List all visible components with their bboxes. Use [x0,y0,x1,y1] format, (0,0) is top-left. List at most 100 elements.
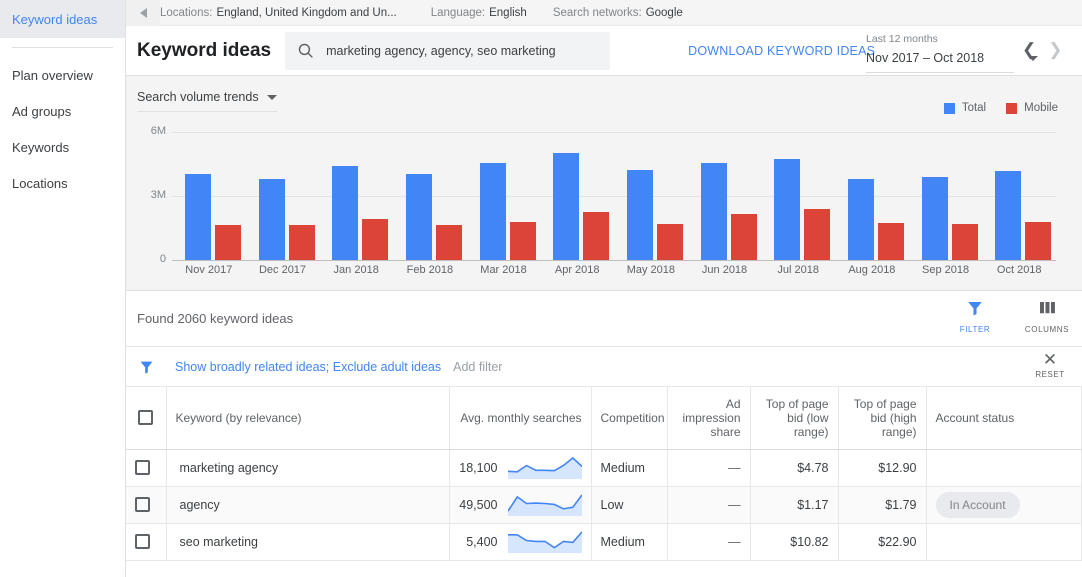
table-header-row: Keyword (by relevance) Avg. monthly sear… [126,387,1082,450]
chart-bar-mobile[interactable] [288,224,315,260]
bar-chart-plot: 0 3M 6M Nov 2017 Dec 2017 Jan 2018 Feb 2018 Ma… [126,125,1082,284]
column-header-keyword[interactable]: Keyword (by relevance) [166,387,450,450]
locations-context[interactable]: Locations: England, United Kingdom and U… [160,7,397,19]
table-row[interactable]: marketing agency 18,100 Medium — $4.78 $12.90 [126,449,1082,487]
cell-keyword[interactable]: seo marketing [166,523,450,561]
chart-bar-total[interactable] [627,170,654,260]
chart-bar-mobile[interactable] [1025,221,1052,260]
chart-x-tick-label: Feb 2018 [406,264,454,276]
chart-bar-group[interactable] [172,132,246,260]
sidebar-item-label: Keyword ideas [12,11,98,27]
reset-filters-button[interactable]: ✕ RESET [1030,351,1070,380]
chart-bar-group[interactable] [246,132,320,260]
chart-bar-group[interactable] [761,132,835,260]
cell-bid-low: $4.78 [750,449,839,487]
locations-value: England, United Kingdom and Un... [216,6,397,19]
collapse-panel-button[interactable] [126,0,160,26]
chart-x-tick-label: Jun 2018 [701,264,748,276]
column-header-account-status[interactable]: Account status [926,387,1082,450]
language-context[interactable]: Language: English [431,7,527,19]
ad-impression-share-value: — [728,460,741,475]
table-row[interactable]: seo marketing 5,400 Medium — $10.82 $22.90 [126,523,1082,561]
table-row[interactable]: agency 49,500 Low — $1.17 $1.79 In Account [126,486,1082,524]
networks-context[interactable]: Search networks: Google [553,7,683,19]
column-header-bid-high[interactable]: Top of page bid (high range) [838,387,927,450]
cell-ad-impression-share: — [667,486,751,524]
chart-bar-group[interactable] [982,132,1056,260]
search-volume-chart-card: Search volume trends Total Mobile 0 3M 6M … [126,76,1082,291]
filter-funnel-icon [138,359,155,375]
account-status-badge[interactable]: In Account [935,491,1020,518]
chart-bar-group[interactable] [688,132,762,260]
active-filters-text[interactable]: Show broadly related ideas; Exclude adul… [175,360,441,374]
column-header-competition[interactable]: Competition [591,387,668,450]
chevron-down-icon[interactable] [266,94,277,100]
cell-keyword[interactable]: agency [166,486,450,524]
chart-bar-total[interactable] [700,162,727,260]
table-body: marketing agency 18,100 Medium — $4.78 $12.90… [126,449,1082,561]
legend-item-mobile[interactable]: Mobile [1006,102,1058,114]
chart-bar-total[interactable] [774,158,801,260]
search-input[interactable]: marketing agency, agency, seo marketing [285,31,611,70]
filter-button[interactable]: FILTER [952,299,998,334]
chart-bar-mobile[interactable] [436,224,463,260]
column-header-bid-low[interactable]: Top of page bid (low range) [750,387,839,450]
chart-bar-total[interactable] [479,162,506,260]
chart-bar-group[interactable] [614,132,688,260]
chart-x-tick-label: Mar 2018 [480,264,527,276]
chart-x-labels: Nov 2017 Dec 2017 Jan 2018 Feb 2018 Mar 2018… [172,264,1056,276]
add-filter-button[interactable]: Add filter [453,360,502,374]
chart-bar-group[interactable] [835,132,909,260]
chart-bar-group[interactable] [540,132,614,260]
chart-bar-total[interactable] [406,173,433,260]
chart-bar-total[interactable] [332,166,359,260]
chart-bar-total[interactable] [995,171,1022,260]
sidebar-item-locations[interactable]: Locations [0,165,125,201]
legend-item-total[interactable]: Total [943,102,986,114]
cell-keyword[interactable]: marketing agency [166,449,450,487]
date-prev-button[interactable]: ❮ [1016,31,1042,69]
row-checkbox[interactable] [135,497,150,513]
page-title: Keyword ideas [137,39,272,61]
chart-bar-mobile[interactable] [804,208,831,260]
chart-bar-total[interactable] [553,153,580,260]
locations-label: Locations: [160,6,213,19]
chart-bar-group[interactable] [467,132,541,260]
chart-bar-mobile[interactable] [509,221,536,260]
chart-bar-total[interactable] [258,178,285,260]
chart-bar-total[interactable] [848,178,875,260]
column-header-avg-monthly-searches[interactable]: Avg. monthly searches [449,387,592,450]
row-checkbox[interactable] [135,460,150,476]
legend-label-mobile: Mobile [1024,102,1058,114]
chart-bar-mobile[interactable] [730,214,757,260]
download-keyword-ideas-button[interactable]: DOWNLOAD KEYWORD IDEAS [688,44,875,58]
chart-bar-mobile[interactable] [951,223,978,260]
chart-bar-mobile[interactable] [215,224,241,260]
select-all-checkbox[interactable] [138,410,154,426]
chart-bar-total[interactable] [185,173,211,260]
sidebar-item-keyword-ideas[interactable]: Keyword ideas [0,0,125,38]
chart-x-axis [172,260,1056,261]
chart-bar-mobile[interactable] [878,222,905,260]
column-header-ad-impression-share[interactable]: Ad impression share [667,387,751,450]
sidebar-item-plan-overview[interactable]: Plan overview [0,57,125,93]
sidebar-item-keywords[interactable]: Keywords [0,129,125,165]
date-range-selector[interactable]: Last 12 months Nov 2017 – Oct 2018 ❮ ❯ [866,31,1076,73]
main-content: Locations: England, United Kingdom and U… [126,0,1082,577]
chart-bar-total[interactable] [921,176,948,260]
chart-bar-group[interactable] [393,132,467,260]
ad-impression-share-value: — [728,534,741,549]
row-checkbox[interactable] [135,534,150,550]
sidebar-item-ad-groups[interactable]: Ad groups [0,93,125,129]
chart-bar-mobile[interactable] [657,223,684,260]
chart-title-row[interactable]: Search volume trends [126,76,1082,104]
date-next-button[interactable]: ❯ [1042,31,1068,69]
chart-bar-mobile[interactable] [583,212,610,260]
filter-funnel-icon [968,302,982,316]
columns-button[interactable]: COLUMNS [1024,299,1070,334]
chart-bars [172,132,1056,260]
chart-bar-mobile[interactable] [362,219,389,260]
results-summary-bar: Found 2060 keyword ideas FILTER COLUMNS [126,291,1082,347]
chart-bar-group[interactable] [319,132,393,260]
chart-bar-group[interactable] [909,132,983,260]
